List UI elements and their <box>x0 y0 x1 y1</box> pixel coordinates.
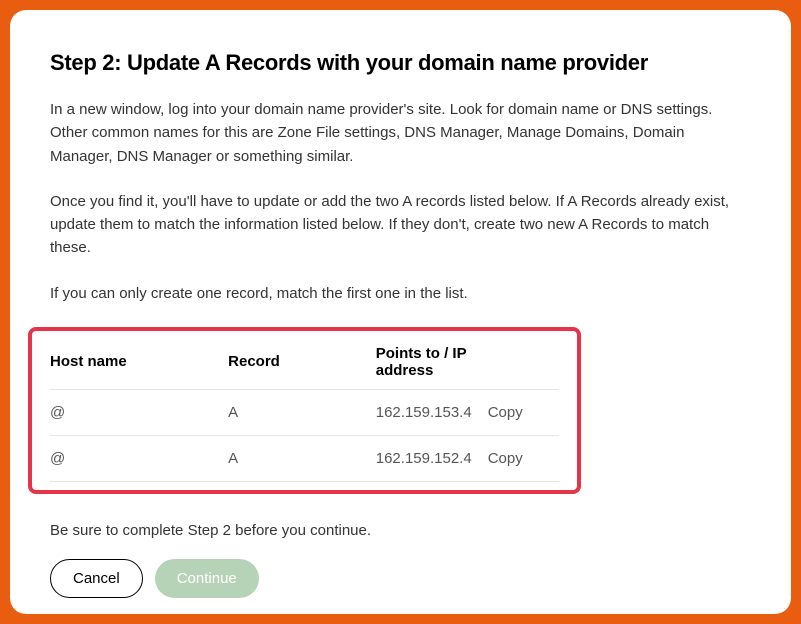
reminder-text: Be sure to complete Step 2 before you co… <box>50 522 751 539</box>
cell-host: @ <box>50 435 228 481</box>
cancel-button[interactable]: Cancel <box>50 559 143 598</box>
cell-host: @ <box>50 389 228 435</box>
cell-ip: 162.159.153.4 <box>376 389 488 435</box>
dns-records-table: Host name Record Points to / IP address … <box>50 345 559 482</box>
modal-step2: Step 2: Update A Records with your domai… <box>10 10 791 614</box>
copy-button[interactable]: Copy <box>488 450 523 467</box>
instruction-paragraph-2: Once you find it, you'll have to update … <box>50 190 751 260</box>
cell-record: A <box>228 389 376 435</box>
cell-record: A <box>228 435 376 481</box>
table-header-record: Record <box>228 345 376 390</box>
table-row: @ A 162.159.153.4 Copy <box>50 389 559 435</box>
dns-records-highlight: Host name Record Points to / IP address … <box>28 327 581 494</box>
table-header-host: Host name <box>50 345 228 390</box>
instruction-paragraph-1: In a new window, log into your domain na… <box>50 98 751 168</box>
page-title: Step 2: Update A Records with your domai… <box>50 50 751 76</box>
table-row: @ A 162.159.152.4 Copy <box>50 435 559 481</box>
button-row: Cancel Continue <box>50 559 751 598</box>
copy-button[interactable]: Copy <box>488 404 523 421</box>
cell-ip: 162.159.152.4 <box>376 435 488 481</box>
table-header-copy <box>488 345 559 390</box>
table-header-ip: Points to / IP address <box>376 345 488 390</box>
continue-button[interactable]: Continue <box>155 559 259 598</box>
instruction-paragraph-3: If you can only create one record, match… <box>50 282 751 305</box>
